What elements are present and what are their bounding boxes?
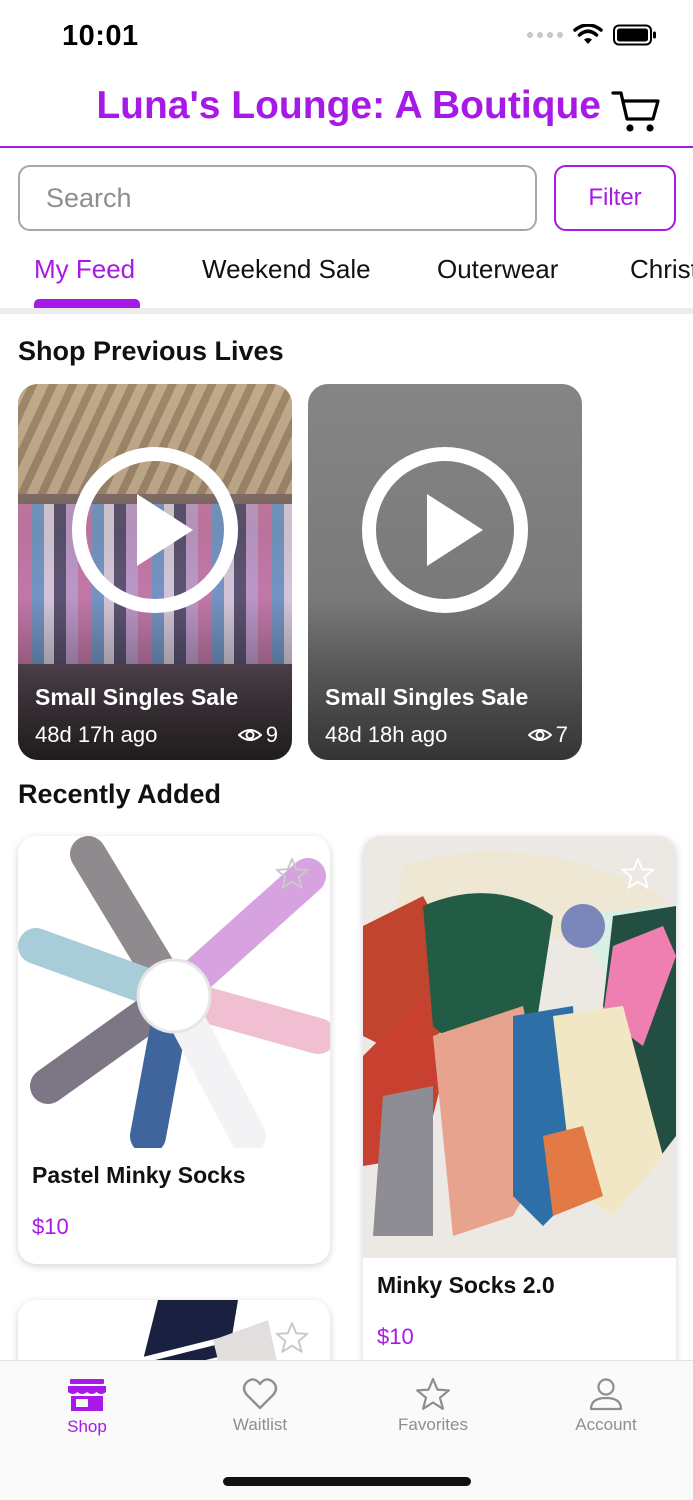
app-title: Luna's Lounge: A Boutique [96,84,601,127]
live-view-count: 9 [237,722,278,748]
favorite-star-icon[interactable] [274,856,310,892]
active-tab-indicator [34,299,140,308]
live-view-count: 7 [527,722,568,748]
tab-my-feed[interactable]: My Feed [34,254,135,285]
live-views-number: 9 [265,722,278,747]
nav-label: Favorites [398,1415,468,1434]
live-time-ago: 48d 17h ago [35,722,158,747]
eye-icon [237,729,262,741]
previous-lives-title: Shop Previous Lives [18,336,284,366]
live-time-ago: 48d 18h ago [325,722,448,747]
product-price: $10 [377,1324,414,1349]
star-icon [416,1377,450,1410]
product-card[interactable]: Minky Socks 2.0 $10 [363,836,676,1376]
signal-icon [527,32,563,38]
play-icon[interactable] [361,446,529,614]
live-card[interactable]: Small Singles Sale 48d 18h ago 7 [308,384,582,760]
favorite-star-icon[interactable] [274,1320,310,1356]
recently-added-title: Recently Added [18,779,222,809]
cart-button[interactable] [611,88,661,134]
tab-weekend-sale[interactable]: Weekend Sale [202,254,371,285]
product-card[interactable]: Pastel Minky Socks $10 [18,836,330,1264]
tab-outerwear[interactable]: Outerwear [437,254,558,285]
cart-icon [611,91,660,132]
product-price: $10 [32,1214,69,1239]
heart-icon [242,1378,278,1410]
product-name: Pastel Minky Socks [32,1162,246,1188]
live-card[interactable]: Small Singles Sale 48d 17h ago 9 [18,384,292,760]
store-icon [68,1379,106,1411]
eye-icon [527,729,552,741]
battery-icon [613,24,656,46]
nav-label: Waitlist [232,1415,288,1434]
live-title: Small Singles Sale [325,684,529,710]
tab-christmas[interactable]: Christ [630,254,693,285]
play-icon[interactable] [71,446,239,614]
nav-label: Account [575,1415,637,1434]
nav-shop[interactable]: Shop [17,1377,157,1437]
search-input[interactable] [18,165,537,231]
live-title: Small Singles Sale [35,684,239,710]
nav-label: Shop [67,1417,107,1436]
nav-waitlist[interactable]: Waitlist [190,1377,330,1435]
product-image [363,836,676,1258]
filter-button[interactable]: Filter [554,165,676,231]
live-views-number: 7 [555,722,568,747]
status-time: 10:01 [62,20,139,52]
status-icons [527,24,657,46]
app-header: Luna's Lounge: A Boutique [0,76,693,148]
status-bar: 10:01 [0,0,693,76]
person-icon [589,1378,623,1411]
category-tabs: My Feed Weekend Sale Outerwear Christ [0,240,693,314]
favorite-star-icon[interactable] [620,856,656,892]
product-name: Minky Socks 2.0 [377,1272,555,1298]
nav-favorites[interactable]: Favorites [363,1377,503,1435]
wifi-icon [573,24,603,44]
home-indicator [223,1477,471,1486]
nav-account[interactable]: Account [536,1377,676,1435]
